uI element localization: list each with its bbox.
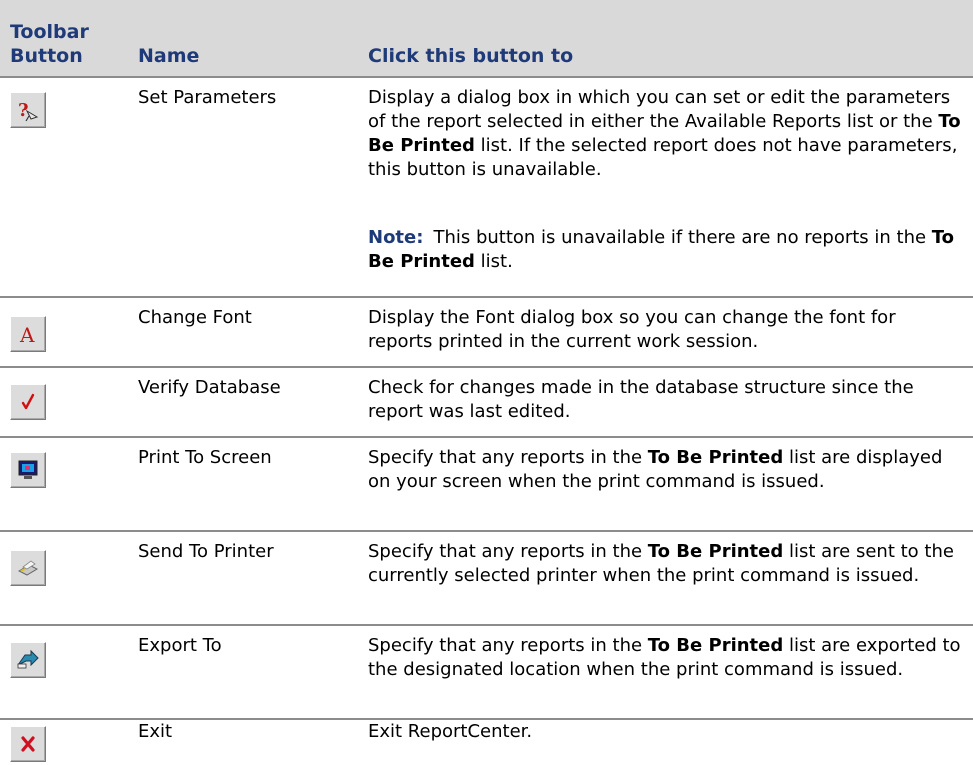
note-text: list.: [474, 251, 513, 272]
desc-bold: To Be Printed: [647, 541, 784, 562]
table-row: Send To Printer Specify that any reports…: [0, 532, 973, 626]
exit-icon: [10, 726, 46, 762]
header-toolbar-button: Toolbar Button: [10, 20, 89, 68]
header-toolbar-line2: Button: [10, 45, 83, 67]
verify-database-icon: [10, 384, 46, 420]
table-row: Print To Screen Specify that any reports…: [0, 438, 973, 532]
desc-text: Display a dialog box in which you can se…: [368, 87, 951, 132]
row-description: Check for changes made in the database s…: [368, 377, 914, 422]
row-name: Set Parameters: [138, 87, 277, 108]
change-font-icon: A: [10, 316, 46, 352]
row-name: Change Font: [138, 307, 252, 328]
header-description: Click this button to: [368, 45, 574, 67]
row-name: Exit: [138, 721, 173, 742]
print-to-screen-icon: [10, 452, 46, 488]
table-row: Verify Database Check for changes made i…: [0, 368, 973, 438]
row-description: Display a dialog box in which you can se…: [368, 86, 964, 182]
table-row: A Change Font Display the Font dialog bo…: [0, 298, 973, 368]
desc-bold: To Be Printed: [647, 635, 784, 656]
note-label: Note:: [368, 227, 424, 248]
desc-text: Specify that any reports in the: [368, 541, 648, 562]
row-description: Specify that any reports in the To Be Pr…: [368, 634, 964, 682]
row-name: Send To Printer: [138, 541, 274, 562]
row-description: Specify that any reports in the To Be Pr…: [368, 446, 964, 494]
row-name: Verify Database: [138, 377, 281, 398]
row-note: Note: This button is unavailable if there…: [368, 226, 964, 274]
table-row: Export To Specify that any reports in th…: [0, 626, 973, 720]
export-to-icon: [10, 642, 46, 678]
table-row: ? Set Parameters Display a dialog box in…: [0, 78, 973, 298]
header-toolbar-line1: Toolbar: [10, 21, 89, 43]
desc-text: Specify that any reports in the: [368, 635, 648, 656]
send-to-printer-icon: [10, 550, 46, 586]
row-description: Specify that any reports in the To Be Pr…: [368, 540, 964, 588]
svg-text:A: A: [19, 323, 35, 347]
row-description: Exit ReportCenter.: [368, 721, 533, 742]
row-description: Display the Font dialog box so you can c…: [368, 307, 896, 352]
note-text: This button is unavailable if there are …: [433, 227, 932, 248]
row-name: Export To: [138, 635, 222, 656]
table-row: Exit Exit ReportCenter.: [0, 720, 973, 765]
header-name: Name: [138, 45, 200, 67]
table-header: Toolbar Button Name Click this button to: [0, 0, 973, 78]
set-parameters-icon: ?: [10, 92, 46, 128]
desc-bold: To Be Printed: [647, 447, 784, 468]
desc-text: Specify that any reports in the: [368, 447, 648, 468]
row-name: Print To Screen: [138, 447, 272, 468]
